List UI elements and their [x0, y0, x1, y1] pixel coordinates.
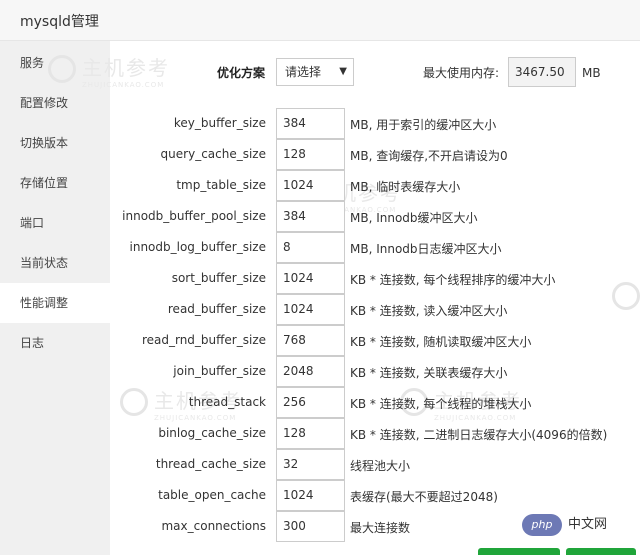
param-row: binlog_cache_size 128 KB * 连接数, 二进制日志缓存大…: [110, 418, 640, 449]
sidebar-item-performance[interactable]: 性能调整: [0, 283, 110, 323]
restart-button[interactable]: [566, 548, 636, 555]
param-row: key_buffer_size 384 MB, 用于索引的缓冲区大小: [110, 108, 640, 139]
param-name: binlog_cache_size: [158, 426, 266, 440]
param-description: MB, 临时表缓存大小: [350, 180, 461, 194]
sidebar-item-port[interactable]: 端口: [0, 203, 110, 243]
param-value-input[interactable]: 8: [276, 232, 345, 263]
sidebar-item-version[interactable]: 切换版本: [0, 123, 110, 163]
param-name: max_connections: [161, 519, 266, 533]
param-row: query_cache_size 128 MB, 查询缓存,不开启请设为0: [110, 139, 640, 170]
param-value-input[interactable]: 32: [276, 449, 345, 480]
param-value-input[interactable]: 2048: [276, 356, 345, 387]
param-description: MB, 用于索引的缓冲区大小: [350, 118, 497, 132]
param-name: tmp_table_size: [176, 178, 266, 192]
window-title: mysqld管理: [20, 14, 99, 30]
param-row: read_buffer_size 1024 KB * 连接数, 读入缓冲区大小: [110, 294, 640, 325]
param-name: join_buffer_size: [173, 364, 266, 378]
param-description: 线程池大小: [350, 459, 411, 473]
param-value-input[interactable]: 1024: [276, 480, 345, 511]
param-description: KB * 连接数, 随机读取缓冲区大小: [350, 335, 532, 349]
param-value-input[interactable]: 384: [276, 108, 345, 139]
param-value-input[interactable]: 256: [276, 387, 345, 418]
max-memory-unit: MB: [582, 66, 601, 80]
param-description: KB * 连接数, 二进制日志缓存大小(4096的倍数): [350, 428, 608, 442]
param-value-input[interactable]: 128: [276, 418, 345, 449]
param-name: innodb_log_buffer_size: [129, 240, 267, 254]
param-description: MB, 查询缓存,不开启请设为0: [350, 149, 508, 163]
param-row: tmp_table_size 1024 MB, 临时表缓存大小: [110, 170, 640, 201]
param-row: join_buffer_size 2048 KB * 连接数, 关联表缓存大小: [110, 356, 640, 387]
param-value-input[interactable]: 300: [276, 511, 345, 542]
max-memory-field[interactable]: 3467.50: [508, 57, 576, 87]
sidebar-item-status[interactable]: 当前状态: [0, 243, 110, 283]
watermark-icon: [48, 55, 76, 83]
php-logo: php: [522, 514, 562, 536]
sidebar-item-storage[interactable]: 存储位置: [0, 163, 110, 203]
sidebar-item-log[interactable]: 日志: [0, 323, 110, 363]
param-name: read_rnd_buffer_size: [141, 333, 266, 347]
optimize-select[interactable]: 请选择 ▼: [276, 58, 354, 86]
param-name: thread_stack: [188, 395, 266, 409]
param-value-input[interactable]: 1024: [276, 170, 345, 201]
param-description: MB, Innodb缓冲区大小: [350, 211, 478, 225]
param-description: KB * 连接数, 每个线程的堆栈大小: [350, 397, 532, 411]
param-row: table_open_cache 1024 表缓存(最大不要超过2048): [110, 480, 640, 511]
param-row: innodb_log_buffer_size 8 MB, Innodb日志缓冲区…: [110, 232, 640, 263]
param-description: 表缓存(最大不要超过2048): [350, 490, 498, 504]
param-description: KB * 连接数, 每个线程排序的缓冲大小: [350, 273, 556, 287]
param-row: thread_cache_size 32 线程池大小: [110, 449, 640, 480]
max-memory-label: 最大使用内存:: [423, 66, 500, 80]
param-row: thread_stack 256 KB * 连接数, 每个线程的堆栈大小: [110, 387, 640, 418]
param-name: table_open_cache: [158, 488, 266, 502]
param-description: KB * 连接数, 关联表缓存大小: [350, 366, 508, 380]
caret-down-icon: ▼: [339, 66, 347, 77]
php-cn-badge: php 中文网: [518, 512, 636, 538]
param-name: thread_cache_size: [155, 457, 266, 471]
param-description: MB, Innodb日志缓冲区大小: [350, 242, 502, 256]
param-row: sort_buffer_size 1024 KB * 连接数, 每个线程排序的缓…: [110, 263, 640, 294]
param-value-input[interactable]: 1024: [276, 263, 345, 294]
param-name: sort_buffer_size: [171, 271, 266, 285]
param-value-input[interactable]: 1024: [276, 294, 345, 325]
param-name: innodb_buffer_pool_size: [122, 209, 266, 223]
sidebar: 服务 配置修改 切换版本 存储位置 端口 当前状态 性能调整 日志: [0, 41, 110, 555]
optimize-label: 优化方案: [217, 66, 266, 80]
optimize-select-value: 请选择: [285, 65, 322, 79]
param-name: key_buffer_size: [173, 116, 266, 130]
param-name: read_buffer_size: [167, 302, 266, 316]
param-description: 最大连接数: [350, 521, 411, 535]
param-value-input[interactable]: 768: [276, 325, 345, 356]
title-bar: mysqld管理: [0, 0, 640, 41]
param-row: innodb_buffer_pool_size 384 MB, Innodb缓冲…: [110, 201, 640, 232]
param-description: KB * 连接数, 读入缓冲区大小: [350, 304, 508, 318]
php-cn-text: 中文网: [568, 517, 608, 532]
param-value-input[interactable]: 384: [276, 201, 345, 232]
sidebar-item-config[interactable]: 配置修改: [0, 83, 110, 123]
param-row: read_rnd_buffer_size 768 KB * 连接数, 随机读取缓…: [110, 325, 640, 356]
save-button[interactable]: [478, 548, 560, 555]
param-name: query_cache_size: [160, 147, 266, 161]
param-value-input[interactable]: 128: [276, 139, 345, 170]
